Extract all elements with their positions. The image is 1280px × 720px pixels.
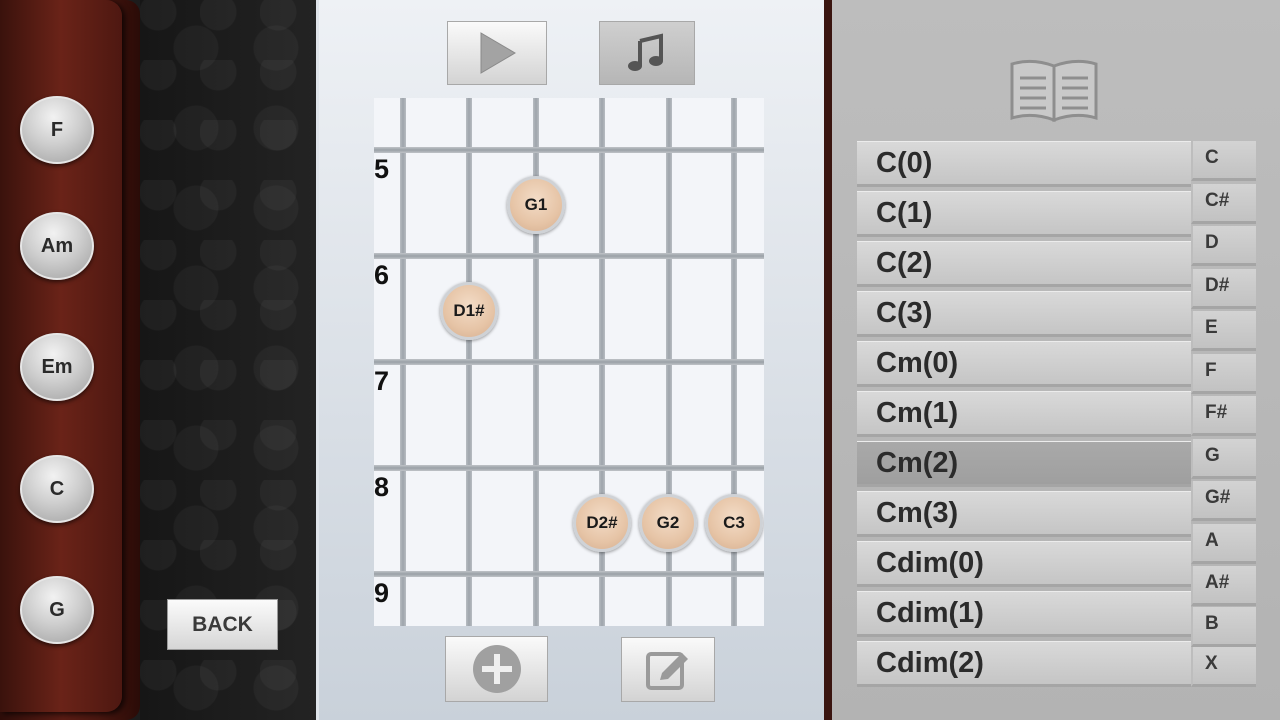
note-marker[interactable]: C3	[705, 494, 763, 552]
chord-button-g[interactable]: G	[20, 576, 94, 644]
chord-button-f[interactable]: F	[20, 96, 94, 164]
fret-line	[374, 147, 764, 153]
play-icon	[480, 32, 516, 74]
chord-button-strip: F Am Em C G	[0, 0, 140, 720]
chord-list-item[interactable]: Cdim(0)	[857, 541, 1191, 587]
fret-line	[374, 253, 764, 259]
chord-list-item[interactable]: Cdim(1)	[857, 591, 1191, 637]
plus-circle-icon	[472, 645, 521, 693]
note-marker[interactable]: G1	[507, 176, 565, 234]
key-list-item[interactable]: D#	[1191, 269, 1256, 309]
chord-list-item[interactable]: C(2)	[857, 241, 1191, 287]
chord-button-am[interactable]: Am	[20, 212, 94, 280]
chord-list-item[interactable]: Cdim(2)	[857, 641, 1191, 687]
chord-list-item[interactable]: Cm(1)	[857, 391, 1191, 437]
key-list-item[interactable]: X	[1191, 647, 1256, 687]
key-list-item[interactable]: C#	[1191, 184, 1256, 224]
key-list-item[interactable]: F	[1191, 354, 1256, 394]
fret-number: 5	[374, 154, 390, 184]
key-list-item[interactable]: A	[1191, 524, 1256, 564]
chord-list-item[interactable]: Cm(0)	[857, 341, 1191, 387]
chord-list-item[interactable]: C(0)	[857, 141, 1191, 187]
book-icon[interactable]	[1008, 58, 1100, 124]
chord-list-item[interactable]: Cm(3)	[857, 491, 1191, 537]
note-marker[interactable]: G2	[639, 494, 697, 552]
fret-number: 6	[374, 260, 390, 290]
chord-button-em[interactable]: Em	[20, 333, 94, 401]
music-note-icon	[628, 33, 663, 71]
add-button[interactable]	[445, 636, 548, 702]
fret-number: 9	[374, 578, 390, 608]
note-marker[interactable]: D2#	[573, 494, 631, 552]
chord-list-item-selected[interactable]: Cm(2)	[857, 441, 1191, 487]
edit-button[interactable]	[621, 637, 715, 702]
fret-line	[374, 571, 764, 577]
key-list-item[interactable]: D	[1191, 226, 1256, 266]
chord-list-item[interactable]: C(1)	[857, 191, 1191, 237]
key-list-item[interactable]: C	[1191, 141, 1256, 181]
fret-number: 8	[374, 472, 390, 502]
back-button[interactable]: BACK	[167, 599, 278, 650]
fret-line	[374, 465, 764, 471]
fret-line	[374, 359, 764, 365]
key-list-item[interactable]: F#	[1191, 396, 1256, 436]
chord-list-item[interactable]: C(3)	[857, 291, 1191, 337]
play-button[interactable]	[447, 21, 547, 85]
note-marker[interactable]: D1#	[440, 282, 498, 340]
music-mode-button[interactable]	[599, 21, 695, 85]
key-list-item[interactable]: E	[1191, 311, 1256, 351]
fretboard[interactable]: 5 6 7 8 9 G1 D1# D2# G2 C3	[374, 98, 764, 626]
key-list-item[interactable]: A#	[1191, 566, 1256, 606]
key-list-item[interactable]: B	[1191, 607, 1256, 647]
key-list-item[interactable]: G	[1191, 439, 1256, 479]
key-list-item[interactable]: G#	[1191, 481, 1256, 521]
chord-button-c[interactable]: C	[20, 455, 94, 523]
fret-number: 7	[374, 366, 390, 396]
edit-icon	[646, 651, 688, 690]
panel-divider	[824, 0, 832, 720]
